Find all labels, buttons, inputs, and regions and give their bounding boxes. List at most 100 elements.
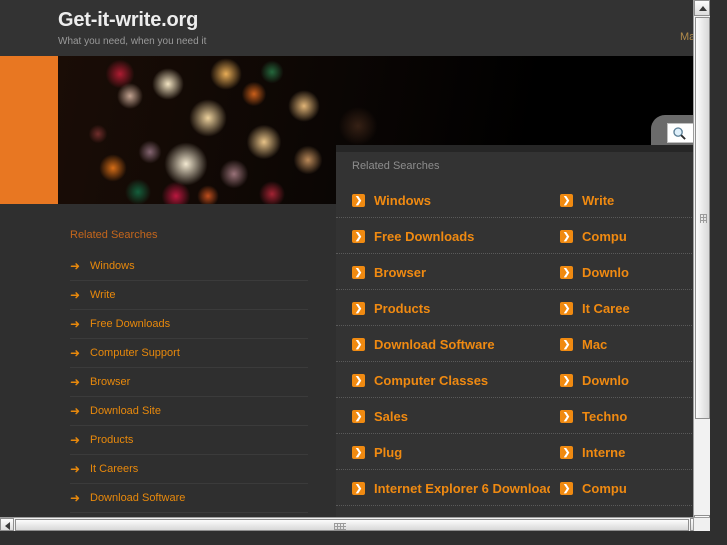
panel-link[interactable]: ❯ Interne: [550, 434, 710, 470]
sidebar-item-label: Download Software: [90, 492, 186, 504]
panel-link-label: Plug: [374, 444, 403, 460]
scrollbar-grip-icon: [700, 214, 707, 223]
panel-link[interactable]: ❯ Windows: [336, 182, 550, 218]
panel-link[interactable]: ❯ Downlo: [550, 254, 710, 290]
sidebar-item[interactable]: ➜ Products: [70, 426, 308, 455]
panel-link-label: It Caree: [582, 300, 630, 316]
panel-link-label: Computer Classes: [374, 372, 489, 388]
panel-link-label: Compu: [582, 228, 627, 244]
triangle-left-icon: [5, 522, 10, 530]
panel-row: ❯ Internet Explorer 6 Download ❯ Compu: [336, 470, 710, 506]
chevron-right-icon: ❯: [560, 337, 573, 351]
panel-row: ❯ Browser ❯ Downlo: [336, 254, 710, 290]
panel-link[interactable]: ❯ Computer Classes: [336, 362, 550, 398]
panel-link-label: Downlo: [582, 264, 629, 280]
panel-link-label: Sales: [374, 408, 408, 424]
sidebar-item-label: Write: [90, 289, 116, 301]
scrollbar-grip-icon: [334, 523, 346, 530]
panel-link[interactable]: ❯ Compu: [550, 470, 710, 506]
sidebar-heading: Related Searches: [70, 229, 158, 241]
arrow-right-icon: ➜: [70, 462, 81, 476]
chevron-right-icon: ❯: [352, 193, 365, 207]
panel-link-label: Mac: [582, 336, 608, 352]
chevron-right-icon: ❯: [352, 337, 365, 351]
sidebar-item[interactable]: ➜ Write: [70, 281, 308, 310]
panel-link-label: Download Software: [374, 336, 495, 352]
sidebar-item-label: Download Site: [90, 405, 161, 417]
panel-heading: Related Searches: [352, 160, 440, 172]
panel-row: ❯ Download Software ❯ Mac: [336, 326, 710, 362]
arrow-right-icon: ➜: [70, 491, 81, 505]
sidebar-item-label: Browser: [90, 376, 131, 388]
panel-link[interactable]: ❯ Download Software: [336, 326, 550, 362]
site-tagline: What you need, when you need it: [58, 36, 207, 47]
chevron-right-icon: ❯: [352, 229, 365, 243]
vertical-scrollbar-thumb[interactable]: [695, 17, 710, 419]
banner-accent-block: [0, 56, 58, 204]
site-title: Get-it-write.org: [58, 9, 199, 31]
arrow-right-icon: ➜: [70, 288, 81, 302]
panel-link[interactable]: ❯ Products: [336, 290, 550, 326]
sidebar-list: ➜ Windows ➜ Write ➜ Free Downloads ➜ Computer S…: [70, 252, 308, 531]
panel-link-label: Downlo: [582, 372, 629, 388]
browser-horizontal-scrollbar[interactable]: [0, 517, 710, 531]
chevron-right-icon: ❯: [560, 409, 573, 423]
sidebar-item-label: Computer Support: [90, 347, 180, 359]
panel-link[interactable]: ❯ Techno: [550, 398, 710, 434]
chevron-right-icon: ❯: [560, 445, 573, 459]
panel-link-label: Interne: [582, 444, 626, 460]
overlay-ad-panel: Related Searches ❯ Windows ❯ Write ❯ Free Dow…: [336, 152, 710, 531]
scroll-left-button[interactable]: [0, 518, 14, 531]
sidebar-item-label: Products: [90, 434, 134, 446]
panel-link[interactable]: ❯ Compu: [550, 218, 710, 254]
sidebar-item[interactable]: ➜ Windows: [70, 252, 308, 281]
chevron-right-icon: ❯: [560, 301, 573, 315]
panel-link[interactable]: ❯ Internet Explorer 6 Download: [336, 470, 550, 506]
panel-link-label: Products: [374, 300, 431, 316]
chevron-right-icon: ❯: [352, 373, 365, 387]
panel-row: ❯ Computer Classes ❯ Downlo: [336, 362, 710, 398]
panel-link-label: Windows: [374, 192, 431, 208]
horizontal-scrollbar-thumb[interactable]: [15, 519, 689, 531]
site-header: Get-it-write.org What you need, when you…: [0, 0, 710, 56]
browser-viewport: Get-it-write.org What you need, when you…: [0, 0, 710, 531]
sidebar-item[interactable]: ➜ Download Software: [70, 484, 308, 513]
panel-row: ❯ Sales ❯ Techno: [336, 398, 710, 434]
panel-link[interactable]: ❯ Browser: [336, 254, 550, 290]
chevron-right-icon: ❯: [352, 265, 365, 279]
panel-link-label: Internet Explorer 6 Download: [374, 480, 550, 496]
chevron-right-icon: ❯: [560, 229, 573, 243]
panel-row: ❯ Windows ❯ Write: [336, 182, 710, 218]
arrow-right-icon: ➜: [70, 346, 81, 360]
panel-row: ❯ Free Downloads ❯ Compu: [336, 218, 710, 254]
sidebar-item[interactable]: ➜ Browser: [70, 368, 308, 397]
sidebar-item[interactable]: ➜ Computer Support: [70, 339, 308, 368]
chevron-right-icon: ❯: [352, 301, 365, 315]
sidebar-item[interactable]: ➜ Download Site: [70, 397, 308, 426]
panel-link[interactable]: ❯ Plug: [336, 434, 550, 470]
panel-link-label: Free Downloads: [374, 228, 475, 244]
sidebar-related-searches: Related Searches ➜ Windows ➜ Write ➜ Free Dow…: [0, 204, 336, 531]
panel-link[interactable]: ❯ Downlo: [550, 362, 710, 398]
panel-link-label: Write: [582, 192, 615, 208]
panel-link-label: Browser: [374, 264, 427, 280]
chevron-right-icon: ❯: [352, 445, 365, 459]
panel-link[interactable]: ❯ Free Downloads: [336, 218, 550, 254]
panel-link[interactable]: ❯ Write: [550, 182, 710, 218]
scroll-up-button[interactable]: [694, 0, 710, 16]
arrow-right-icon: ➜: [70, 433, 81, 447]
panel-link[interactable]: ❯ It Caree: [550, 290, 710, 326]
panel-link-label: Techno: [582, 408, 628, 424]
sidebar-item[interactable]: ➜ Free Downloads: [70, 310, 308, 339]
sidebar-item[interactable]: ➜ It Careers: [70, 455, 308, 484]
chevron-right-icon: ❯: [560, 481, 573, 495]
panel-link[interactable]: ❯ Sales: [336, 398, 550, 434]
search-icon: [673, 127, 686, 140]
browser-vertical-scrollbar[interactable]: [693, 0, 710, 531]
sidebar-item-label: Windows: [90, 260, 135, 272]
panel-link-grid: ❯ Windows ❯ Write ❯ Free Downloads ❯ Compu ❯ Brow…: [336, 182, 710, 531]
panel-row: ❯ Products ❯ It Caree: [336, 290, 710, 326]
panel-link-label: Compu: [582, 480, 627, 496]
chevron-right-icon: ❯: [560, 373, 573, 387]
panel-link[interactable]: ❯ Mac: [550, 326, 710, 362]
